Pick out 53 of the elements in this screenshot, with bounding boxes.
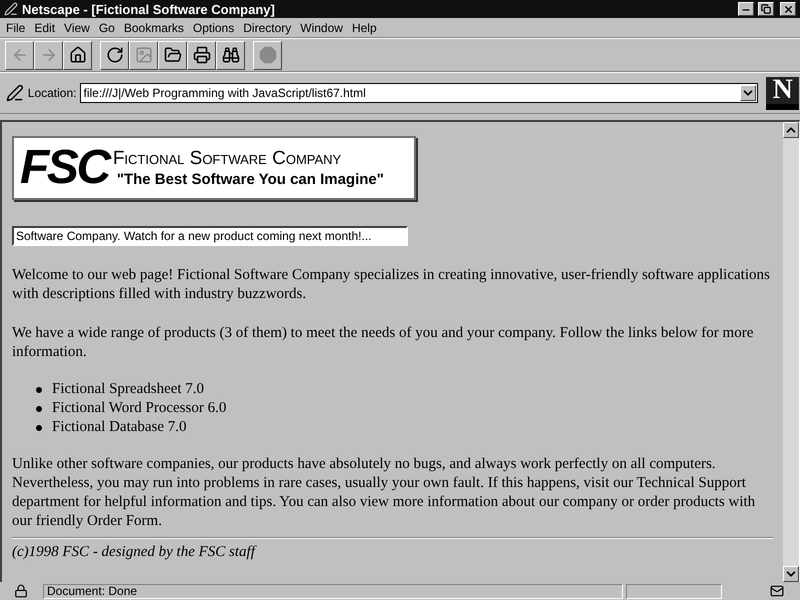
open-button[interactable] [158,40,187,70]
menu-item[interactable]: Options [188,18,238,36]
scroll-down-icon[interactable] [783,566,799,582]
menu-item[interactable]: Help [348,18,381,36]
bullet-icon [36,406,42,412]
scrollbar[interactable] [783,122,799,582]
close-button[interactable] [780,2,796,16]
location-field[interactable]: file:///J|/Web Programming with JavaScript/list67.html [80,83,758,103]
menu-item[interactable]: Bookmarks [120,18,188,36]
window-title: Netscape - [Fictional Software Company] [22,2,275,16]
dropdown-icon[interactable] [740,85,756,101]
reload-icon [106,46,124,64]
ticker-field[interactable]: Software Company. Watch for a new product coming next month!... [12,226,408,246]
find-button[interactable] [216,40,245,70]
folder-icon [164,46,182,64]
home-button[interactable] [63,40,92,70]
location-label: Location: [28,85,76,102]
menu-item[interactable]: Go [94,18,119,36]
print-button[interactable] [187,40,216,70]
scroll-up-icon[interactable] [783,122,799,138]
bullet-icon [36,386,42,392]
minimize-button[interactable] [738,2,754,16]
image-icon [134,46,152,64]
security-icon [14,584,28,598]
netscape-logo: N [766,76,799,110]
product-link[interactable]: Fictional Spreadsheet 7.0 [52,380,204,399]
bullet-icon [36,424,42,430]
banner-slogan: "The Best Software You can Imagine" [116,172,384,187]
location-icon [6,84,24,102]
menu-item[interactable]: Directory [239,18,296,36]
menu-item[interactable]: Window [296,18,347,36]
reload-button[interactable] [100,40,129,70]
app-icon [4,2,18,16]
banner-logo-mark: FSC [20,144,109,192]
restore-icon [761,4,771,14]
body-paragraph: Unlike other software companies, our products have absolutely no bugs, and always work perfectly on all computers. Nevertheless, you may run into problems in rare cases, usually your own fault. If this happens, visit our Technical Support department for helpful information and tips. You can also view more information about our company or order products with our friendly Order Form. [12,455,756,531]
stop-icon [258,46,276,64]
menu-item[interactable]: View [60,18,94,36]
product-link[interactable]: Fictional Database 7.0 [52,418,187,437]
binoculars-icon [222,46,240,64]
printer-icon [192,46,210,64]
menu-item[interactable]: Edit [30,18,60,36]
product-link[interactable]: Fictional Word Processor 6.0 [52,399,226,418]
footer-text: (c)1998 FSC - designed by the FSC staff [12,543,258,562]
mail-icon[interactable] [770,584,784,598]
body-paragraph: Welcome to our web page! Fictional Software Company specializes in creating innovative, user-friendly software applications with descriptions filled with industry buzzwords. [12,266,771,304]
menu-item[interactable]: File [2,18,30,36]
restore-button[interactable] [758,2,774,16]
close-icon [782,4,794,14]
body-paragraph: We have a wide range of products (3 of them) to meet the needs of you and your company. Follow the links below for more information. [12,324,754,362]
banner-company-name: Fictional Software Company [112,149,342,168]
home-icon [68,46,86,64]
status-text: Document: Done [43,584,623,598]
